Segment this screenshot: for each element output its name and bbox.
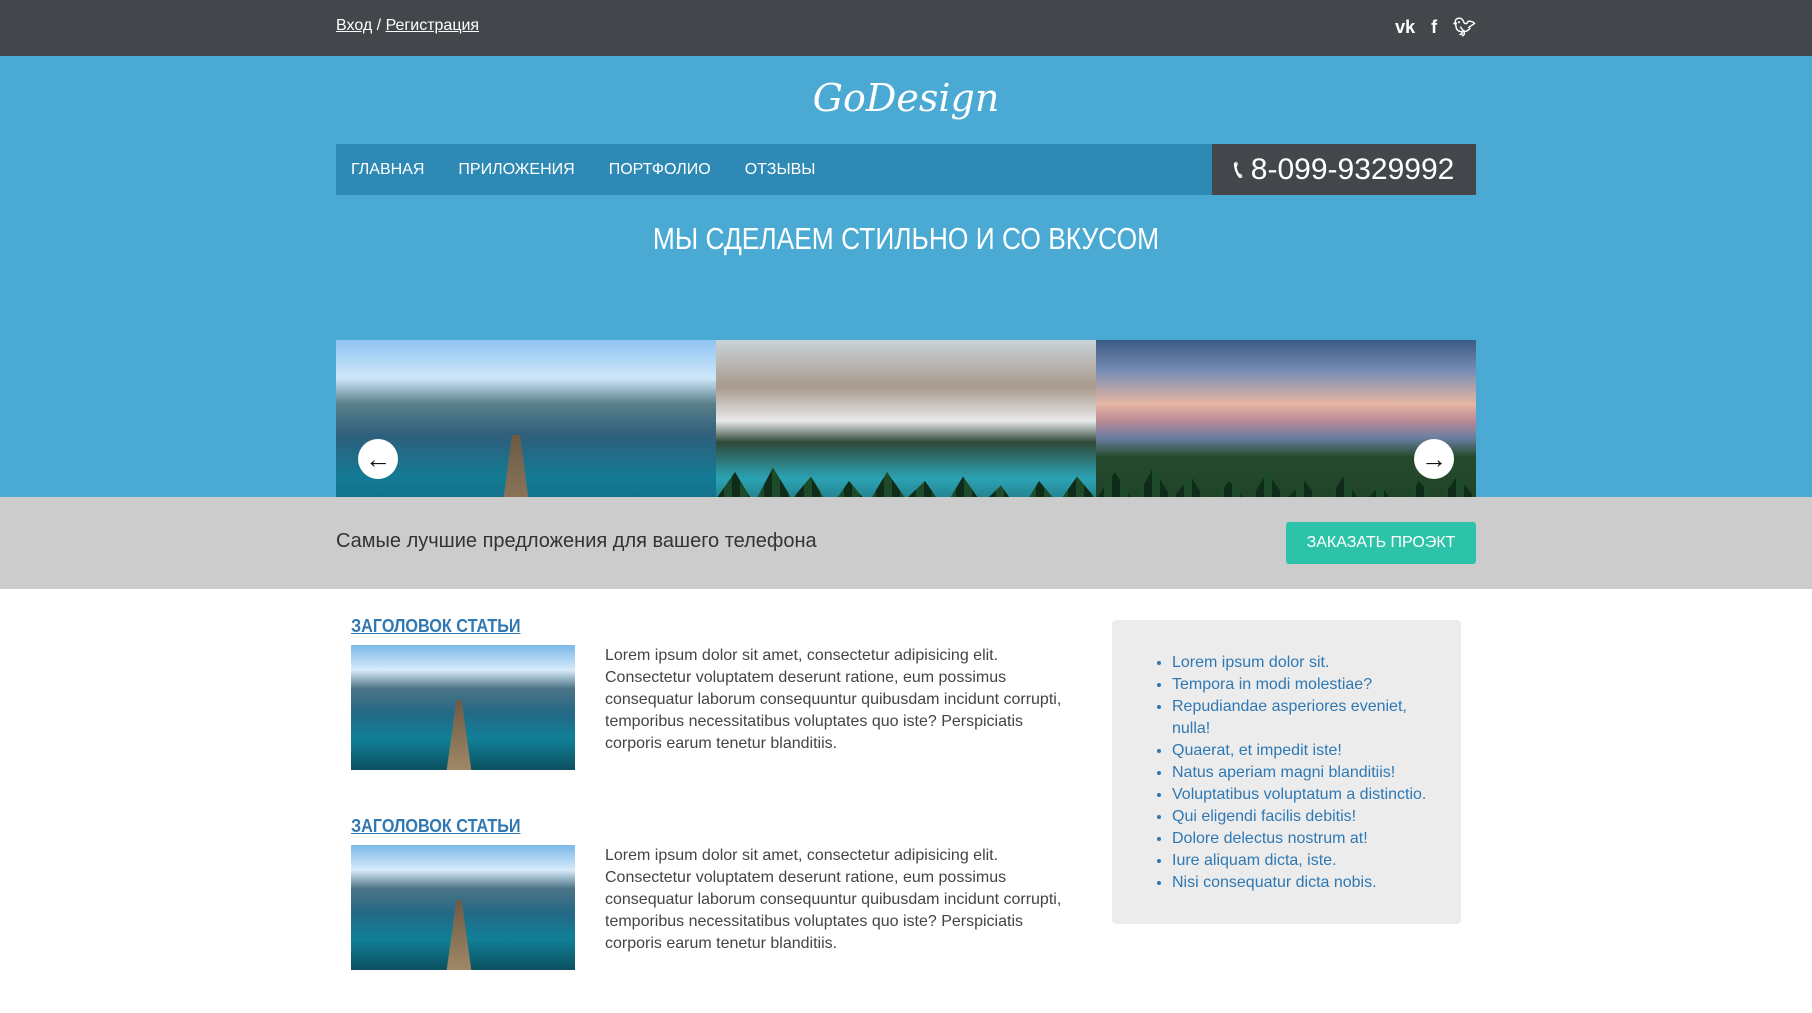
phone-number: 8-099-9329992	[1250, 152, 1455, 186]
auth-links: Вход / Регистрация	[336, 17, 479, 35]
offer-text: Самые лучшие предложения для вашего теле…	[336, 530, 817, 552]
vk-icon[interactable]: vk	[1395, 16, 1415, 38]
main-navbar: ГЛАВНАЯ ПРИЛОЖЕНИЯ ПОРТФОЛИО ОТЗЫВЫ 📞︎ 8…	[336, 144, 1476, 195]
sidebar-link[interactable]: Qui eligendi facilis debitis!	[1172, 806, 1441, 828]
article-title-link[interactable]: ЗАГОЛОВОК СТАТЬИ	[351, 613, 1008, 639]
sidebar-link[interactable]: Tempora in modi molestiae?	[1172, 674, 1441, 696]
order-project-button[interactable]: ЗАКАЗАТЬ ПРОЭКТ	[1286, 522, 1476, 564]
facebook-icon[interactable]: f	[1431, 16, 1437, 38]
article-thumbnail	[351, 845, 575, 970]
pier-shape	[446, 900, 472, 970]
sidebar-link[interactable]: Quaerat, et impedit iste!	[1172, 740, 1441, 762]
login-link[interactable]: Вход	[336, 17, 372, 34]
site-logo[interactable]: GoDesign	[336, 56, 1476, 122]
tagline: МЫ СДЕЛАЕМ СТИЛЬНО И СО ВКУСОМ	[652, 221, 1160, 256]
sidebar-link[interactable]: Dolore delectus nostrum at!	[1172, 828, 1441, 850]
article-item: ЗАГОЛОВОК СТАТЬИ Lorem ipsum dolor sit a…	[351, 813, 1081, 1013]
sidebar: Lorem ipsum dolor sit. Tempora in modi m…	[1112, 620, 1461, 924]
nav-item-reviews[interactable]: ОТЗЫВЫ	[745, 161, 816, 179]
nav-item-apps[interactable]: ПРИЛОЖЕНИЯ	[458, 161, 574, 179]
top-bar: Вход / Регистрация vk f 🐦︎	[0, 0, 1812, 56]
article-text: Lorem ipsum dolor sit amet, consectetur …	[605, 647, 1062, 752]
article-thumbnail	[351, 645, 575, 770]
sidebar-link[interactable]: Iure aliquam dicta, iste.	[1172, 850, 1441, 872]
phone-icon: 📞︎	[1233, 153, 1243, 184]
sidebar-link[interactable]: Nisi consequatur dicta nobis.	[1172, 872, 1441, 894]
nav-item-portfolio[interactable]: ПОРТФОЛИО	[609, 161, 711, 179]
sidebar-link[interactable]: Repudiandae asperiores eveniet, nulla!	[1172, 696, 1441, 740]
slider-prev-arrow-icon[interactable]: ←	[358, 439, 398, 479]
sidebar-links: Lorem ipsum dolor sit. Tempora in modi m…	[1132, 652, 1441, 894]
nav-item-home[interactable]: ГЛАВНАЯ	[351, 161, 424, 179]
twitter-icon[interactable]: 🐦︎	[1453, 16, 1476, 38]
sidebar-link[interactable]: Voluptatibus voluptatum a distinctio.	[1172, 784, 1441, 806]
register-link[interactable]: Регистрация	[386, 17, 480, 34]
articles-list: ЗАГОЛОВОК СТАТЬИ Lorem ipsum dolor sit a…	[351, 613, 1081, 1013]
pier-shape	[446, 700, 472, 770]
article-text: Lorem ipsum dolor sit amet, consectetur …	[605, 847, 1062, 952]
article-item: ЗАГОЛОВОК СТАТЬИ Lorem ipsum dolor sit a…	[351, 613, 1081, 813]
social-links: vk f 🐦︎	[1395, 16, 1476, 38]
offer-bar: Самые лучшие предложения для вашего теле…	[0, 497, 1812, 589]
auth-separator: /	[376, 17, 382, 34]
article-title-link[interactable]: ЗАГОЛОВОК СТАТЬИ	[351, 813, 1008, 839]
phone-block[interactable]: 📞︎ 8-099-9329992	[1212, 144, 1476, 195]
slider-next-arrow-icon[interactable]: →	[1414, 439, 1454, 479]
sidebar-link[interactable]: Lorem ipsum dolor sit.	[1172, 652, 1441, 674]
sidebar-link[interactable]: Natus aperiam magni blanditiis!	[1172, 762, 1441, 784]
header: GoDesign ГЛАВНАЯ ПРИЛОЖЕНИЯ ПОРТФОЛИО ОТ…	[0, 56, 1812, 553]
